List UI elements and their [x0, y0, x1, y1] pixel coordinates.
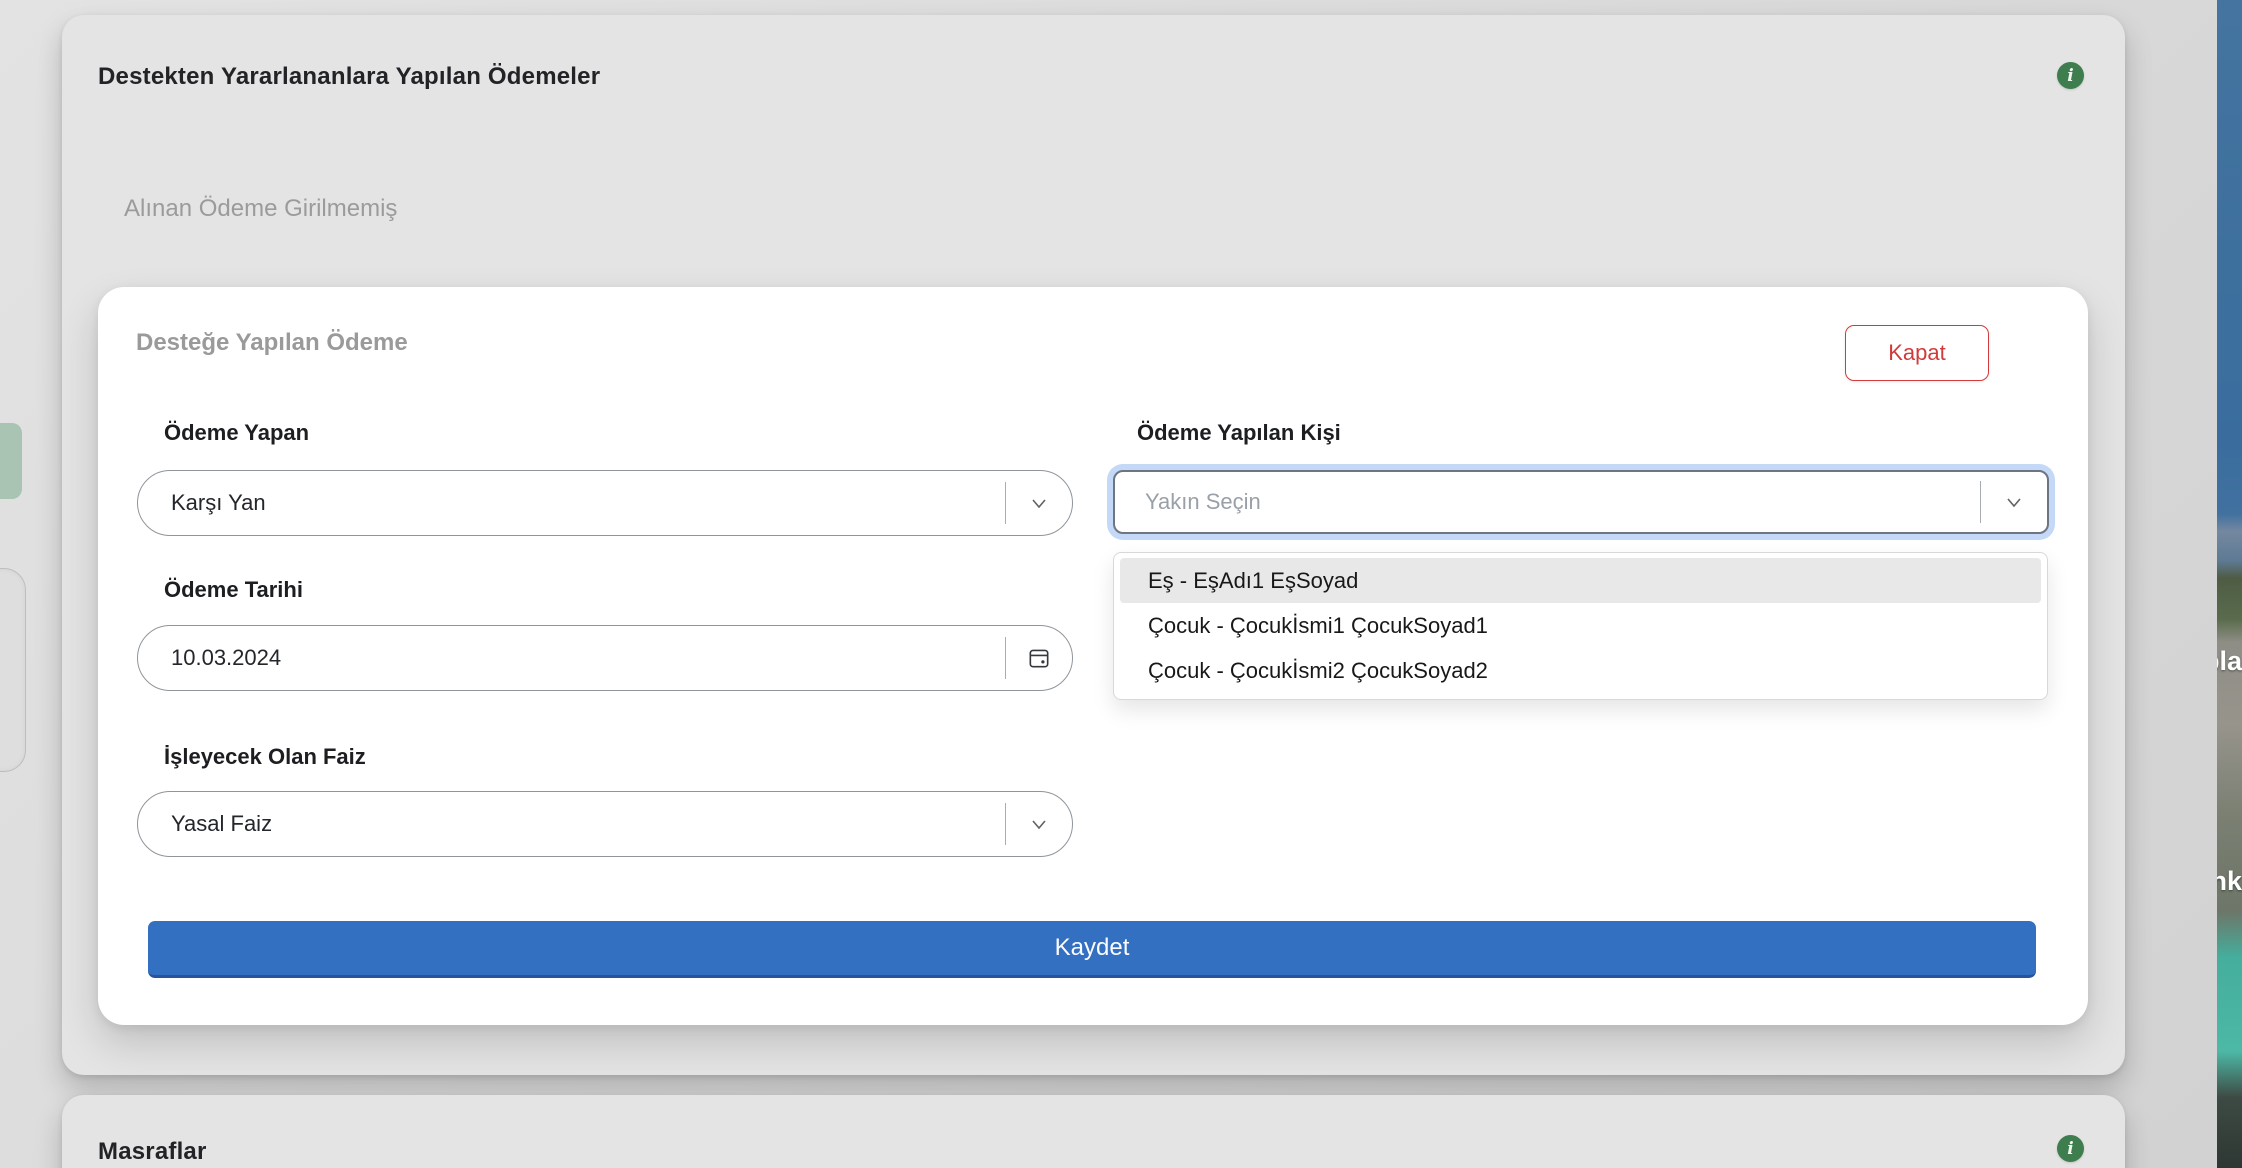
left-edge-fragment-green [0, 423, 22, 499]
left-edge-fragment-outline-card [0, 568, 26, 772]
close-button[interactable]: Kapat [1845, 325, 1989, 381]
background-text-fragment: ınk [2217, 866, 2242, 897]
chevron-down-icon [2002, 490, 2026, 514]
payments-section-title: Destekten Yararlananlara Yapılan Ödemele… [98, 63, 600, 91]
payee-combobox-arrow-zone[interactable] [1980, 481, 2047, 523]
info-icon[interactable]: i [2057, 62, 2084, 89]
chevron-down-icon [1027, 491, 1051, 515]
background-photo-edge: bla ınk [2217, 0, 2242, 1168]
payment-date-value: 10.03.2024 [138, 645, 281, 671]
payer-select-arrow-zone[interactable] [1005, 482, 1072, 524]
payer-select-value: Karşı Yan [138, 490, 266, 516]
expenses-section-title: Masraflar [98, 1138, 207, 1166]
payer-select[interactable]: Karşı Yan [137, 470, 1073, 536]
interest-select[interactable]: Yasal Faiz [137, 791, 1073, 857]
payment-date-input[interactable]: 10.03.2024 [137, 625, 1073, 691]
interest-select-value: Yasal Faiz [138, 811, 272, 837]
payee-option-1[interactable]: Eş - EşAdı1 EşSoyad [1120, 558, 2041, 603]
chevron-down-icon [1027, 812, 1051, 836]
empty-payments-message: Alınan Ödeme Girilmemiş [124, 195, 397, 223]
payment-form-title: Desteğe Yapılan Ödeme [136, 329, 408, 357]
info-icon[interactable]: i [2057, 1135, 2084, 1162]
calendar-icon [1026, 645, 1052, 671]
expenses-section-card: Masraflar i [62, 1095, 2125, 1168]
interest-select-arrow-zone[interactable] [1005, 803, 1072, 845]
payee-combobox-placeholder: Yakın Seçin [1115, 489, 1261, 515]
payment-form-card: Desteğe Yapılan Ödeme Kapat Ödeme Yapan … [98, 287, 2088, 1025]
payee-dropdown: Eş - EşAdı1 EşSoyad Çocuk - Çocukİsmi1 Ç… [1113, 552, 2048, 700]
payee-option-3[interactable]: Çocuk - Çocukİsmi2 ÇocukSoyad2 [1120, 648, 2041, 693]
payee-label: Ödeme Yapılan Kişi [1137, 420, 1341, 446]
background-text-fragment: bla [2217, 646, 2242, 677]
payer-label: Ödeme Yapan [164, 420, 309, 446]
payment-date-label: Ödeme Tarihi [164, 577, 303, 603]
payment-date-picker-zone[interactable] [1005, 637, 1072, 679]
save-button[interactable]: Kaydet [148, 921, 2036, 978]
payee-combobox[interactable]: Yakın Seçin [1113, 470, 2049, 534]
app-window: Destekten Yararlananlara Yapılan Ödemele… [0, 0, 2242, 1168]
payee-option-2[interactable]: Çocuk - Çocukİsmi1 ÇocukSoyad1 [1120, 603, 2041, 648]
interest-label: İşleyecek Olan Faiz [164, 744, 366, 770]
